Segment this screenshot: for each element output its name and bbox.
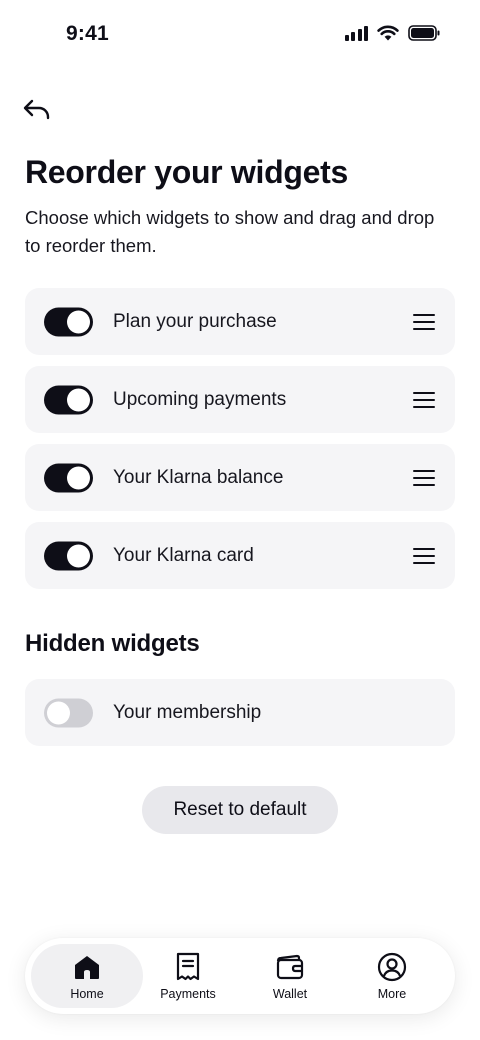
drag-handle-icon[interactable] [413, 469, 435, 487]
hidden-widget-list: Your membership [25, 679, 455, 757]
hidden-widgets-title: Hidden widgets [25, 630, 200, 657]
nav-label: Payments [160, 986, 216, 1001]
visible-widget-list: Plan your purchase Upcoming payments You… [25, 288, 455, 600]
widget-label: Plan your purchase [113, 310, 277, 332]
nav-item-more[interactable]: More [336, 944, 448, 1008]
widget-label: Upcoming payments [113, 388, 287, 410]
widget-toggle[interactable] [44, 307, 93, 336]
widget-row: Your Klarna card [25, 522, 455, 589]
status-time: 9:41 [66, 22, 109, 45]
profile-icon [377, 952, 407, 981]
nav-item-payments[interactable]: Payments [132, 944, 244, 1008]
cellular-signal-icon [344, 25, 368, 41]
receipt-icon [176, 952, 200, 980]
status-bar: 9:41 [0, 0, 480, 72]
drag-handle-icon[interactable] [413, 547, 435, 565]
widget-toggle[interactable] [44, 463, 93, 492]
widget-toggle[interactable] [44, 698, 93, 727]
wifi-icon [377, 25, 399, 41]
nav-item-wallet[interactable]: Wallet [234, 944, 346, 1008]
back-button[interactable] [22, 94, 58, 126]
widget-row: Plan your purchase [25, 288, 455, 355]
widget-row: Your Klarna balance [25, 444, 455, 511]
widget-toggle[interactable] [44, 385, 93, 414]
widget-label: Your Klarna balance [113, 466, 284, 488]
widget-label: Your Klarna card [113, 544, 254, 566]
reset-to-default-button[interactable]: Reset to default [142, 786, 338, 834]
status-icons [344, 25, 441, 41]
wallet-icon [276, 954, 304, 979]
nav-item-home[interactable]: Home [31, 944, 143, 1008]
nav-label: Home [70, 986, 104, 1001]
widget-label: Your membership [113, 701, 262, 723]
drag-handle-icon[interactable] [413, 313, 435, 331]
drag-handle-icon[interactable] [413, 391, 435, 409]
nav-label: More [377, 986, 407, 1001]
page-subtitle: Choose which widgets to show and drag an… [25, 207, 435, 256]
bottom-nav: Home Payments Wallet More [25, 938, 455, 1014]
back-arrow-icon [23, 99, 50, 120]
nav-label: Wallet [272, 986, 308, 1001]
widget-row: Upcoming payments [25, 366, 455, 433]
widget-toggle[interactable] [44, 541, 93, 570]
widget-row: Your membership [25, 679, 455, 746]
page-title: Reorder your widgets [25, 154, 348, 190]
battery-icon [408, 25, 440, 41]
home-icon [75, 955, 99, 979]
